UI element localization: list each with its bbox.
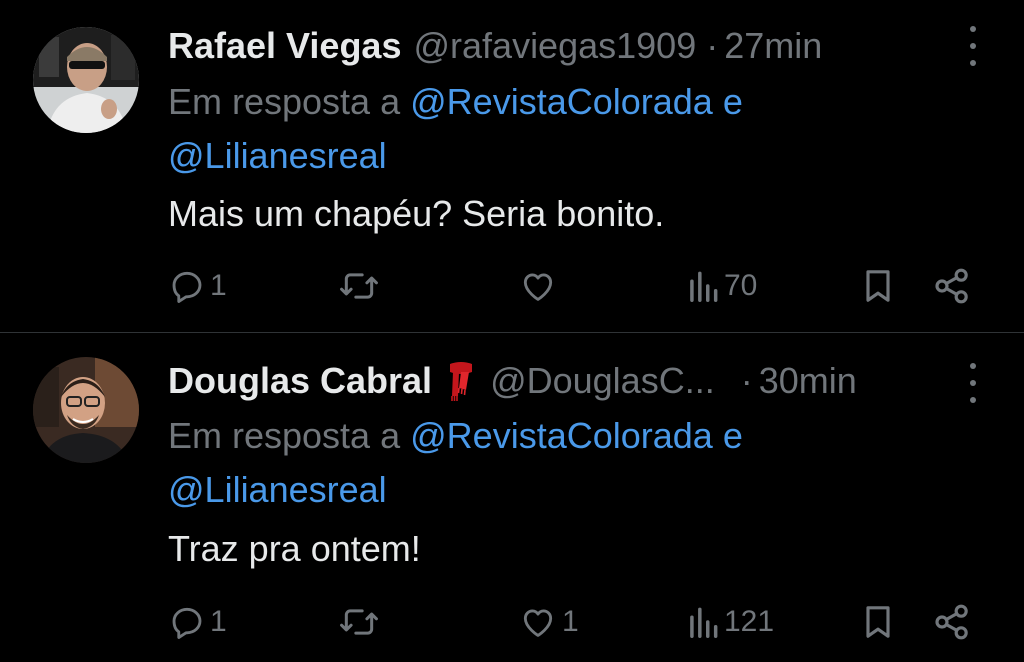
- reply-context: Em resposta a @RevistaColorada e @Lilian…: [168, 75, 984, 183]
- reply-count: 1: [210, 269, 227, 302]
- retweet-button[interactable]: [338, 598, 384, 646]
- views-count: 121: [724, 605, 775, 638]
- reply-button[interactable]: 1: [168, 598, 227, 646]
- retweet-icon: [338, 267, 380, 305]
- heart-icon: [518, 603, 558, 641]
- share-button[interactable]: [932, 262, 972, 310]
- views-icon: [686, 267, 720, 305]
- reply-icon: [168, 267, 206, 305]
- views-count: 70: [724, 269, 758, 302]
- share-button[interactable]: [932, 598, 972, 646]
- author-handle[interactable]: @rafaviegas1909: [413, 22, 696, 70]
- tweet-text: Traz pra ontem!: [168, 528, 421, 569]
- author-name[interactable]: Rafael Viegas: [168, 22, 401, 70]
- like-count: 1: [562, 605, 579, 638]
- like-button[interactable]: [518, 262, 562, 310]
- mention-link[interactable]: @RevistaColorada: [410, 415, 713, 456]
- author-name[interactable]: Douglas Cabral: [168, 357, 432, 405]
- share-icon: [932, 266, 972, 306]
- more-vertical-icon[interactable]: [968, 26, 978, 66]
- avatar[interactable]: [33, 27, 139, 133]
- author-handle[interactable]: @DouglasC...: [490, 357, 715, 405]
- reply-prefix: Em resposta a: [168, 415, 401, 456]
- avatar[interactable]: [33, 357, 139, 463]
- share-icon: [932, 602, 972, 642]
- separator: ·: [706, 25, 719, 66]
- scarf-icon: [444, 360, 478, 402]
- tweet[interactable]: Rafael Viegas @rafaviegas1909 · 27min Em…: [0, 0, 1024, 333]
- reply-feed: Rafael Viegas @rafaviegas1909 · 27min Em…: [0, 0, 1024, 662]
- reply-button[interactable]: 1: [168, 262, 227, 310]
- action-bar: 1 70: [168, 262, 988, 310]
- bookmark-button[interactable]: [858, 262, 898, 310]
- bookmark-icon: [858, 602, 898, 642]
- mention-link[interactable]: @Lilianesreal: [168, 135, 387, 176]
- mention-link[interactable]: @RevistaColorada: [410, 81, 713, 122]
- tweet[interactable]: Douglas Cabral @DouglasC... · 30min Em r…: [0, 333, 1024, 662]
- bookmark-button[interactable]: [858, 598, 898, 646]
- mention-link[interactable]: @Lilianesreal: [168, 469, 387, 510]
- bookmark-icon: [858, 266, 898, 306]
- reply-prefix: Em resposta a: [168, 81, 401, 122]
- tweet-text: Mais um chapéu? Seria bonito.: [168, 193, 665, 234]
- tweet-header: Douglas Cabral @DouglasC... · 30min: [168, 357, 934, 405]
- reply-count: 1: [210, 605, 227, 638]
- mention-connector: e: [722, 81, 743, 122]
- reply-icon: [168, 603, 206, 641]
- timestamp[interactable]: 27min: [724, 22, 822, 70]
- separator: ·: [740, 360, 753, 401]
- heart-icon: [518, 267, 558, 305]
- views-icon: [686, 603, 720, 641]
- mention-connector: e: [722, 415, 743, 456]
- reply-context: Em resposta a @RevistaColorada e @Lilian…: [168, 409, 984, 517]
- views-button[interactable]: 121: [686, 598, 774, 646]
- timestamp[interactable]: 30min: [759, 357, 857, 405]
- action-bar: 1 1 121: [168, 598, 988, 646]
- tweet-header: Rafael Viegas @rafaviegas1909 · 27min: [168, 22, 934, 70]
- retweet-icon: [338, 603, 380, 641]
- like-button[interactable]: 1: [518, 598, 579, 646]
- views-button[interactable]: 70: [686, 262, 757, 310]
- retweet-button[interactable]: [338, 262, 384, 310]
- more-vertical-icon[interactable]: [968, 363, 978, 403]
